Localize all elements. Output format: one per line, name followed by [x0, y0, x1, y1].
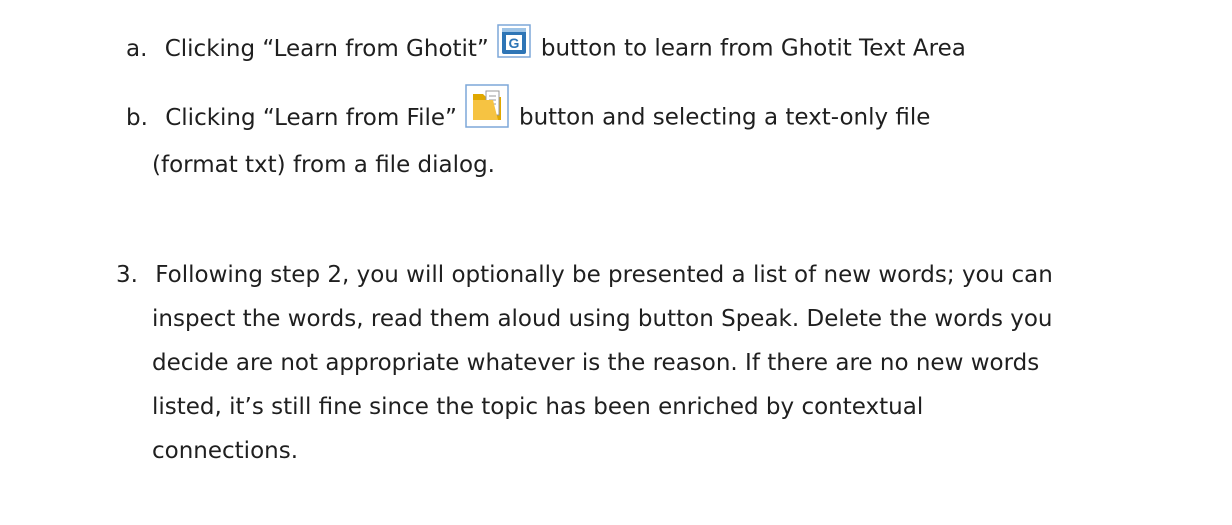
step-b-text-after: button and selecting a text-only file [518, 104, 931, 131]
step-a-line: a. Clicking “Learn from Ghotit” G button… [126, 24, 966, 62]
svg-text:G: G [508, 35, 519, 51]
step-3-line-1: 3. Following step 2, you will optionally… [116, 260, 1053, 290]
step-b-marker: b. [126, 104, 148, 131]
step-3-text-line-1: Following step 2, you will optionally be… [155, 262, 1053, 288]
folder-file-icon [465, 84, 509, 128]
step-3-line-4: listed, it’s still fine since the topic … [152, 392, 923, 422]
step-3-text-line-3: decide are not appropriate whatever is t… [152, 350, 1040, 376]
step-a-marker: a. [126, 35, 148, 62]
ghotit-learn-icon: G [497, 24, 531, 58]
step-3-line-5: connections. [152, 436, 298, 466]
step-3-text-line-2: inspect the words, read them aloud using… [152, 306, 1053, 332]
step-3-line-2: inspect the words, read them aloud using… [152, 304, 1053, 334]
step-3-text-line-5: connections. [152, 438, 299, 464]
step-a-text-before: Clicking “Learn from Ghotit” [164, 35, 489, 62]
step-3-text-line-4: listed, it’s still fine since the topic … [152, 394, 924, 420]
step-b-text-line2: (format txt) from a file dialog. [152, 152, 495, 178]
step-3-marker: 3. [116, 262, 138, 288]
step-a-text-after: button to learn from Ghotit Text Area [540, 35, 966, 62]
step-b-line: b. Clicking “Learn from File” button and… [126, 84, 930, 131]
step-3-line-3: decide are not appropriate whatever is t… [152, 348, 1039, 378]
step-b-line-2: (format txt) from a file dialog. [152, 150, 495, 180]
step-b-text-before: Clicking “Learn from File” [165, 104, 457, 131]
